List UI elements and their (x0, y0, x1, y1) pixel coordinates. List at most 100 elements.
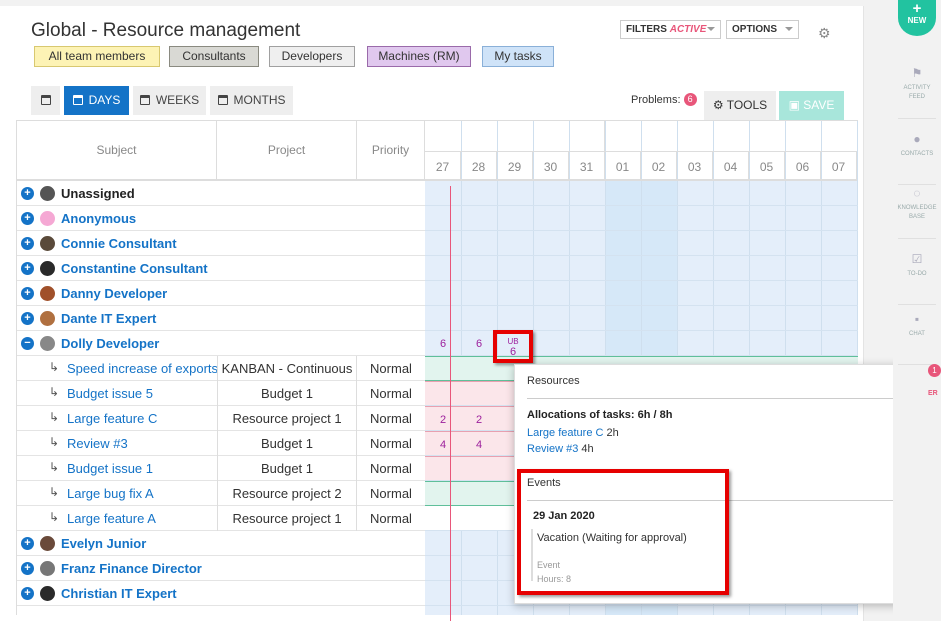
view-days-button[interactable]: DAYS (64, 86, 130, 115)
gantt-row (425, 256, 858, 281)
rail-item[interactable]: ● CONTACTS (893, 132, 941, 159)
page-title: Global - Resource management (31, 20, 301, 41)
calendar-button[interactable] (31, 86, 61, 115)
user-name[interactable]: Dante IT Expert (61, 311, 156, 326)
user-name[interactable]: Christian IT Expert (61, 586, 177, 601)
filter-chip[interactable]: Consultants (169, 46, 259, 67)
rail-divider (898, 184, 936, 185)
user-row[interactable]: + Christian IT Expert (17, 581, 425, 606)
column-header-subject[interactable]: Subject (17, 121, 217, 181)
rail-item[interactable]: ▪ CHAT (893, 312, 941, 339)
task-name[interactable]: Budget issue 5 (67, 386, 217, 401)
rail-item[interactable]: ◌ KNOWLEDGE BASE (893, 186, 941, 222)
save-icon: ▣ (788, 98, 800, 112)
allocation-task-link[interactable]: Review #3 (527, 443, 578, 455)
task-name[interactable]: Review #3 (67, 436, 217, 451)
task-project: Budget 1 (217, 381, 357, 406)
task-row[interactable]: ↳ Large bug fix A Resource project 2 Normal (17, 481, 425, 506)
today-marker (450, 186, 451, 621)
filter-chip[interactable]: My tasks (482, 46, 554, 67)
avatar (40, 236, 55, 251)
user-row[interactable]: + Constantine Consultant (17, 256, 425, 281)
user-row[interactable]: + Evelyn Junior (17, 531, 425, 556)
problems-indicator[interactable]: Problems: 6 (631, 93, 697, 106)
rail-item[interactable]: ☑ TO-DO (893, 252, 941, 279)
user-name[interactable]: Unassigned (61, 186, 135, 201)
user-row[interactable]: − Dolly Developer (17, 331, 425, 356)
filter-chip[interactable]: All team members (34, 46, 160, 67)
expand-icon[interactable]: + (21, 237, 34, 250)
task-name[interactable]: Large bug fix A (67, 486, 217, 501)
expand-icon[interactable]: + (21, 262, 34, 275)
gantt-row (425, 181, 858, 206)
task-row[interactable]: ↳ Speed increase of exports KANBAN - Conti… (17, 356, 425, 381)
task-row[interactable]: ↳ Review #3 Budget 1 Normal (17, 431, 425, 456)
allocation-value[interactable]: 4 (425, 439, 461, 451)
allocation-value[interactable]: 4 (461, 439, 497, 451)
allocation-hours: 2h (606, 427, 619, 439)
allocation-value[interactable]: 2 (425, 414, 461, 426)
expand-icon[interactable]: + (21, 587, 34, 600)
gear-icon[interactable]: ⚙ (818, 25, 831, 42)
rail-divider (898, 304, 936, 305)
user-row[interactable]: + Danny Developer (17, 281, 425, 306)
task-name[interactable]: Speed increase of exports (67, 361, 217, 376)
task-name[interactable]: Budget issue 1 (67, 461, 217, 476)
task-name[interactable]: Large feature A (67, 511, 217, 526)
user-name[interactable]: Franz Finance Director (61, 561, 202, 576)
user-row[interactable]: + Connie Consultant (17, 231, 425, 256)
user-row[interactable]: + Unassigned (17, 181, 425, 206)
expand-icon[interactable]: + (21, 537, 34, 550)
task-row[interactable]: ↳ Large feature A Resource project 1 Normal (17, 506, 425, 531)
allocation-value[interactable]: 2 (461, 414, 497, 426)
task-project: Resource project 1 (217, 406, 357, 431)
allocation-value[interactable]: 6 (425, 338, 461, 350)
filters-state: ACTIVE (669, 24, 707, 35)
user-name[interactable]: Anonymous (61, 211, 136, 226)
new-button[interactable]: + NEW (898, 0, 936, 36)
avatar (40, 536, 55, 551)
day-header: 04 (713, 151, 749, 181)
allocation-value[interactable]: 6 (461, 338, 497, 350)
save-button[interactable]: ▣ SAVE (779, 91, 844, 120)
tools-button[interactable]: ⚙ TOOLS (704, 91, 776, 120)
avatar (40, 336, 55, 351)
avatar (40, 311, 55, 326)
divider (527, 398, 917, 399)
rail-item[interactable]: ⚑ ACTIVITY FEED (893, 66, 941, 102)
allocation-task-link[interactable]: Large feature C (527, 427, 603, 439)
user-name[interactable]: Evelyn Junior (61, 536, 146, 551)
user-name[interactable]: Dolly Developer (61, 336, 159, 351)
chevron-down-icon (785, 27, 793, 31)
filter-chip[interactable]: Developers (269, 46, 355, 67)
user-name[interactable]: Constantine Consultant (61, 261, 208, 276)
user-name[interactable]: Connie Consultant (61, 236, 177, 251)
options-dropdown[interactable]: OPTIONS (726, 20, 799, 39)
user-row[interactable]: + Anonymous (17, 206, 425, 231)
filters-dropdown[interactable]: FILTERS ACTIVE (620, 20, 721, 39)
rail-item-label: ACTIVITY (903, 85, 931, 91)
task-row[interactable]: ↳ Budget issue 5 Budget 1 Normal (17, 381, 425, 406)
task-name[interactable]: Large feature C (67, 411, 217, 426)
column-header-priority[interactable]: Priority (357, 121, 425, 181)
collapse-icon[interactable]: − (21, 337, 34, 350)
day-header: 05 (749, 151, 785, 181)
column-header-project[interactable]: Project (217, 121, 357, 181)
task-row[interactable]: ↳ Large feature C Resource project 1 Normal (17, 406, 425, 431)
expand-icon[interactable]: + (21, 187, 34, 200)
subtask-arrow-icon: ↳ (49, 385, 60, 399)
user-row[interactable]: + Franz Finance Director (17, 556, 425, 581)
expand-icon[interactable]: + (21, 562, 34, 575)
rail-item-label: TO-DO (907, 271, 927, 277)
expand-icon[interactable]: + (21, 287, 34, 300)
view-weeks-button[interactable]: WEEKS (133, 86, 207, 115)
allocation-item: Review #3 4h (527, 443, 594, 455)
expand-icon[interactable]: + (21, 312, 34, 325)
user-name[interactable]: Danny Developer (61, 286, 167, 301)
user-row[interactable]: + Dante IT Expert (17, 306, 425, 331)
filter-chip[interactable]: Machines (RM) (367, 46, 471, 67)
rail-divider (898, 118, 936, 119)
expand-icon[interactable]: + (21, 212, 34, 225)
task-row[interactable]: ↳ Budget issue 1 Budget 1 Normal (17, 456, 425, 481)
view-months-button[interactable]: MONTHS (210, 86, 294, 115)
